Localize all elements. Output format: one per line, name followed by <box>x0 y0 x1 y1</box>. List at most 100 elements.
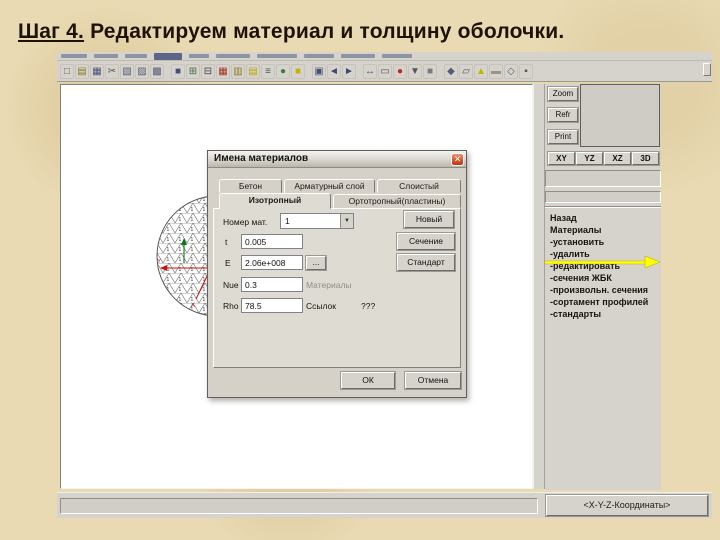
dialog-titlebar[interactable]: Имена материалов ✕ <box>208 151 466 168</box>
toolbar-icon[interactable]: ▩ <box>150 63 164 79</box>
toolbar-icon[interactable]: ◇ <box>504 63 518 79</box>
section-button[interactable]: Сечение <box>397 233 455 250</box>
toolbar-icon[interactable]: ▣ <box>312 63 326 79</box>
menu-item[interactable] <box>189 54 209 58</box>
toolbar-icon[interactable]: ● <box>393 63 407 79</box>
print-button[interactable]: Print <box>548 130 578 144</box>
material-number-combobox[interactable]: 1 ▼ <box>280 213 354 229</box>
nav-item-set[interactable]: -установить <box>550 236 648 248</box>
panel-nav-menu: Назад Материалы -установить -удалить -ре… <box>550 212 648 320</box>
refresh-button[interactable]: Refr <box>548 108 578 122</box>
cancel-button[interactable]: Отмена <box>405 372 461 389</box>
nav-item-rc-sections[interactable]: -сечения ЖБК <box>550 272 648 284</box>
toolbar-icon[interactable]: ▪ <box>519 63 533 79</box>
toolbar-icon[interactable]: ▦ <box>90 63 104 79</box>
thickness-field[interactable] <box>241 234 303 249</box>
menu-item[interactable] <box>154 52 182 60</box>
poisson-label: Nue <box>223 280 239 290</box>
toolbar-icon[interactable]: ▨ <box>135 63 149 79</box>
slide: Шаг 4. Редактируем материал и толщину об… <box>0 0 720 540</box>
ok-button[interactable]: ОК <box>341 372 395 389</box>
chevron-down-icon[interactable]: ▼ <box>340 214 353 228</box>
density-label: Rho <box>223 301 239 311</box>
zoom-button[interactable]: Zoom <box>548 87 578 101</box>
toolbar-icon[interactable]: ■ <box>171 63 185 79</box>
view-xy-button[interactable]: XY <box>548 152 575 165</box>
toolbar-end-handle <box>703 63 711 76</box>
material-number-label: Номер мат. <box>223 217 268 227</box>
thickness-label: t <box>225 237 228 247</box>
toolbar-icon[interactable]: ≡ <box>261 63 275 79</box>
tab-rebar-layer[interactable]: Арматурный слой <box>284 179 375 193</box>
right-tool-panel: Zoom Refr Print XY YZ XZ 3D Назад Матери… <box>545 84 661 490</box>
menu-item[interactable] <box>125 54 147 58</box>
ellipsis-button[interactable]: ... <box>306 256 326 270</box>
toolbar-icon[interactable]: ▤ <box>246 63 260 79</box>
elastic-modulus-field[interactable] <box>241 255 303 270</box>
menu-bar <box>57 52 712 61</box>
toolbar-icon[interactable]: ⊞ <box>186 63 200 79</box>
svg-text:X: X <box>191 303 195 309</box>
toolbar-icon[interactable]: ▥ <box>231 63 245 79</box>
toolbar-icon[interactable]: □ <box>60 63 74 79</box>
standard-button[interactable]: Стандарт <box>397 254 455 271</box>
poisson-field[interactable] <box>241 277 303 292</box>
status-bar: <X-Y-Z-Координаты> <box>57 492 712 518</box>
tab-orthotropic[interactable]: Ортотропный(пластины) <box>333 194 461 208</box>
toolbar-icon[interactable]: ⊟ <box>201 63 215 79</box>
nav-item-custom-sections[interactable]: -произвольн. сечения <box>550 284 648 296</box>
tab-layered[interactable]: Слоистый <box>377 179 461 193</box>
page-title-step: Шаг 4. <box>18 20 85 43</box>
panel-field-strip-2 <box>545 191 661 203</box>
toolbar-icon[interactable]: ▱ <box>459 63 473 79</box>
toolbar-icon[interactable]: ■ <box>291 63 305 79</box>
tab-concrete[interactable]: Бетон <box>219 179 282 193</box>
links-value: ??? <box>361 301 376 311</box>
material-names-dialog: Имена материалов ✕ Бетон Арматурный слой… <box>207 150 467 398</box>
menu-item[interactable] <box>341 54 375 58</box>
density-field[interactable] <box>241 298 303 313</box>
panel-divider-line <box>545 206 661 208</box>
nav-item-back[interactable]: Назад <box>550 212 648 224</box>
nav-item-standards[interactable]: -стандарты <box>550 308 648 320</box>
tab-isotropic[interactable]: Изотропный <box>219 193 331 209</box>
toolbar-icon[interactable]: ◄ <box>327 63 341 79</box>
toolbar-icon[interactable]: ▲ <box>474 63 488 79</box>
menu-item[interactable] <box>94 54 118 58</box>
toolbar-icon[interactable]: ▤ <box>75 63 89 79</box>
new-button[interactable]: Новый <box>404 211 454 228</box>
toolbar-icon[interactable]: ► <box>342 63 356 79</box>
nav-item-edit[interactable]: -редактировать <box>550 260 648 272</box>
toolbar-icon[interactable]: ✂ <box>105 63 119 79</box>
nav-item-materials[interactable]: Материалы <box>550 224 648 236</box>
view-xz-button[interactable]: XZ <box>604 152 631 165</box>
toolbar-icon[interactable]: ▧ <box>120 63 134 79</box>
close-icon[interactable]: ✕ <box>451 153 464 166</box>
xyz-coordinates-button[interactable]: <X-Y-Z-Координаты> <box>546 495 708 516</box>
page-title: Шаг 4. Редактируем материал и толщину об… <box>18 20 564 44</box>
toolbar-icon[interactable]: ◆ <box>444 63 458 79</box>
status-message-cell <box>60 498 538 514</box>
view-yz-button[interactable]: YZ <box>576 152 603 165</box>
menu-item[interactable] <box>382 54 412 58</box>
toolbar-icon[interactable]: ▦ <box>216 63 230 79</box>
toolbar-icon[interactable]: ▼ <box>408 63 422 79</box>
toolbar-icon[interactable]: ▭ <box>378 63 392 79</box>
elastic-modulus-label: E <box>225 258 231 268</box>
view-3d-button[interactable]: 3D <box>632 152 659 165</box>
menu-item[interactable] <box>304 54 334 58</box>
toolbar-icon[interactable]: ● <box>276 63 290 79</box>
panel-field-strip <box>545 170 661 187</box>
view-preview-box <box>580 84 660 147</box>
menu-item[interactable] <box>61 54 87 58</box>
toolbar-icon[interactable]: ■ <box>423 63 437 79</box>
toolbar-icon[interactable]: ▬ <box>489 63 503 79</box>
menu-item[interactable] <box>216 54 250 58</box>
toolbar-icon[interactable]: ↔ <box>363 63 377 79</box>
nav-item-delete[interactable]: -удалить <box>550 248 648 260</box>
links-label: Ссылок <box>306 301 336 311</box>
toolbar: □ ▤ ▦ ✂ ▧ ▨ ▩ ■ ⊞ ⊟ ▦ ▥ ▤ ≡ ● ■ ▣ ◄ ► ↔ ▭ ● ▼ ■ ◆ ▱ ▲ ▬ ◇ ▪ <box>57 61 712 82</box>
menu-item[interactable] <box>257 54 297 58</box>
svg-text:Y: Y <box>157 259 161 265</box>
nav-item-profile-assortment[interactable]: -сортамент профилей <box>550 296 648 308</box>
